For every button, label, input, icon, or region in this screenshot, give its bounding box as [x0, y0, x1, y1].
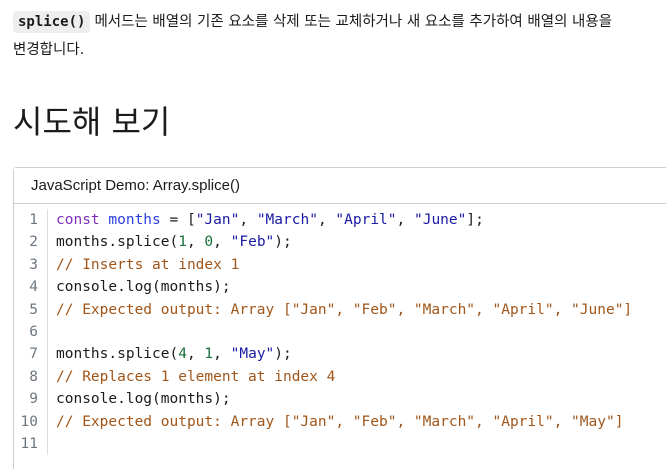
code-text: // Replaces 1 element at index 4 — [48, 366, 335, 388]
code-line[interactable]: 6 — [14, 320, 666, 344]
code-line[interactable]: 7 months.splice(4, 1, "May"); — [14, 343, 666, 366]
code-token: , — [239, 212, 257, 228]
code-token: , — [396, 212, 414, 228]
code-line[interactable]: 3 // Inserts at index 1 — [14, 253, 666, 277]
interactive-demo: JavaScript Demo: Array.splice() 1 const m… — [13, 167, 666, 469]
intro-paragraph: splice() 메서드는 배열의 기존 요소를 삭제 또는 교체하거나 새 요소… — [13, 8, 666, 64]
code-token: "Feb" — [230, 234, 275, 251]
code-editor[interactable]: 1 const months = ["Jan", "March", "April"… — [14, 204, 666, 456]
code-text: // Expected output: Array ["Jan", "Feb",… — [48, 411, 623, 433]
code-token: ]; — [466, 212, 484, 228]
line-number: 9 — [14, 388, 48, 411]
line-number: 11 — [14, 432, 48, 456]
code-token: "April" — [335, 212, 397, 228]
code-token: , — [186, 234, 205, 251]
code-token: months — [108, 212, 161, 228]
code-text: // Inserts at index 1 — [48, 254, 239, 276]
line-number: 4 — [14, 276, 48, 299]
code-token: ); — [274, 346, 292, 363]
code-token: 1 — [204, 346, 214, 363]
code-line[interactable]: 8 // Replaces 1 element at index 4 — [14, 365, 666, 389]
code-token: , — [213, 346, 231, 363]
code-text: const months = ["Jan", "March", "April",… — [48, 209, 484, 231]
code-text: // Expected output: Array ["Jan", "Feb",… — [48, 299, 632, 321]
code-line[interactable]: 5 // Expected output: Array ["Jan", "Feb"… — [14, 298, 666, 321]
line-number: 1 — [14, 209, 48, 232]
line-number: 8 — [14, 365, 48, 389]
code-token: 1 — [178, 234, 187, 251]
code-token: 4 — [178, 346, 187, 363]
code-line[interactable]: 4 console.log(months); — [14, 276, 666, 299]
code-token: // Replaces 1 element at index 4 — [56, 368, 336, 385]
code-token: , — [317, 212, 336, 228]
page: splice() 메서드는 배열의 기존 요소를 삭제 또는 교체하거나 새 요소… — [0, 0, 666, 469]
code-token: , — [213, 234, 231, 251]
line-number: 5 — [14, 298, 48, 321]
demo-title: JavaScript Demo: Array.splice() — [14, 168, 666, 204]
code-line[interactable]: 11 — [14, 432, 666, 456]
code-token: // Expected output: Array ["Jan", "Feb",… — [56, 413, 624, 430]
code-text: console.log(months); — [48, 388, 231, 410]
code-text: months.splice(1, 0, "Feb"); — [48, 231, 292, 253]
intro-text-line2: 변경합니다. — [13, 42, 85, 58]
intro-text-line1: 메서드는 배열의 기존 요소를 삭제 또는 교체하거나 새 요소를 추가하여 배… — [94, 14, 613, 30]
code-token: , — [186, 346, 205, 363]
line-number: 6 — [14, 320, 48, 344]
code-line[interactable]: 10 // Expected output: Array ["Jan", "Feb… — [14, 410, 666, 433]
code-token: months.splice( — [56, 234, 179, 251]
code-text: console.log(months); — [48, 276, 231, 298]
code-token: = [ — [160, 212, 196, 228]
code-token: "June" — [413, 212, 467, 228]
code-token: "Jan" — [195, 212, 240, 228]
code-text: months.splice(4, 1, "May"); — [48, 343, 292, 365]
code-token: // Expected output: Array ["Jan", "Feb",… — [56, 301, 633, 318]
line-number: 3 — [14, 253, 48, 277]
code-token: const — [56, 212, 100, 228]
line-number: 7 — [14, 343, 48, 366]
code-token: ); — [274, 234, 292, 251]
inline-code-splice: splice() — [13, 11, 91, 33]
code-line[interactable]: 2 months.splice(1, 0, "Feb"); — [14, 231, 666, 254]
code-token: console.log(months); — [56, 279, 231, 296]
line-number: 2 — [14, 231, 48, 254]
section-title: 시도해 보기 — [13, 103, 171, 141]
code-token: // Inserts at index 1 — [56, 256, 240, 273]
code-token: 0 — [204, 234, 214, 251]
code-line[interactable]: 9 console.log(months); — [14, 388, 666, 411]
code-token: "March" — [256, 212, 318, 228]
code-token: "May" — [230, 346, 275, 363]
code-token: months.splice( — [56, 346, 179, 363]
code-token: console.log(months); — [56, 391, 231, 408]
line-number: 10 — [14, 410, 48, 433]
code-line[interactable]: 1 const months = ["Jan", "March", "April"… — [14, 209, 666, 232]
